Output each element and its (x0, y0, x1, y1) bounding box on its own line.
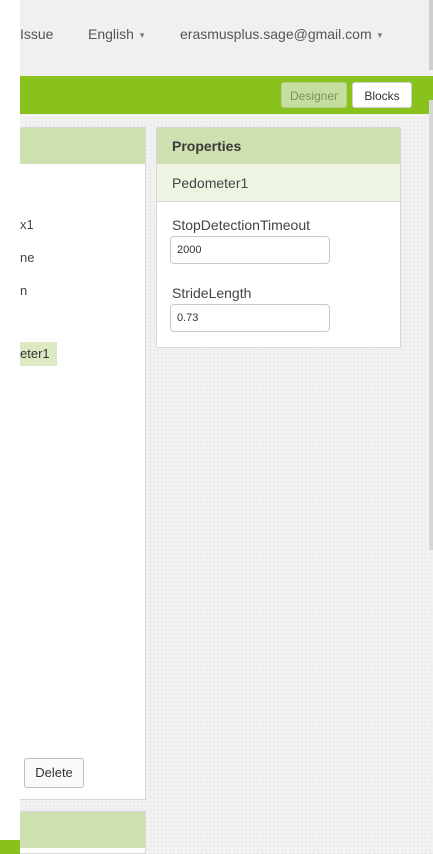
left-edge (0, 0, 20, 854)
blocks-button[interactable]: Blocks (352, 82, 412, 108)
page-scrollbar[interactable] (429, 100, 433, 550)
bottom-green-strip (0, 840, 20, 854)
account-email: erasmusplus.sage@gmail.com (180, 26, 372, 42)
components-panel-header (20, 128, 145, 164)
delete-button[interactable]: Delete (24, 758, 84, 788)
properties-panel: Properties Pedometer1 StopDetectionTimeo… (156, 127, 401, 348)
chevron-down-icon: ▾ (139, 30, 145, 40)
designer-button[interactable]: Designer (281, 82, 347, 108)
properties-component-name: Pedometer1 (157, 164, 400, 202)
properties-title: Properties (157, 128, 400, 164)
issue-link[interactable]: Issue (20, 26, 53, 42)
stride-length-label: StrideLength (172, 285, 252, 301)
component-tree-item[interactable]: n (20, 283, 27, 298)
language-label: English (88, 26, 134, 42)
component-tree-item[interactable]: x1 (20, 217, 34, 232)
components-panel: x1 ne n eter1 (20, 127, 146, 800)
account-dropdown[interactable]: erasmusplus.sage@gmail.com ▾ (180, 26, 382, 42)
component-tree-item-selected[interactable]: eter1 (20, 342, 57, 366)
editor-toolbar: Designer Blocks (20, 76, 433, 114)
stop-detection-timeout-input[interactable] (170, 236, 330, 264)
chevron-down-icon: ▾ (377, 30, 383, 40)
component-tree-item[interactable]: ne (20, 250, 34, 265)
media-panel (20, 811, 146, 854)
language-dropdown[interactable]: English ▾ (88, 26, 144, 42)
top-navigation: Issue English ▾ erasmusplus.sage@gmail.co… (20, 0, 433, 70)
stride-length-input[interactable] (170, 304, 330, 332)
stop-detection-timeout-label: StopDetectionTimeout (172, 217, 310, 233)
top-scrollbar[interactable] (429, 0, 433, 70)
media-panel-header (20, 812, 145, 848)
